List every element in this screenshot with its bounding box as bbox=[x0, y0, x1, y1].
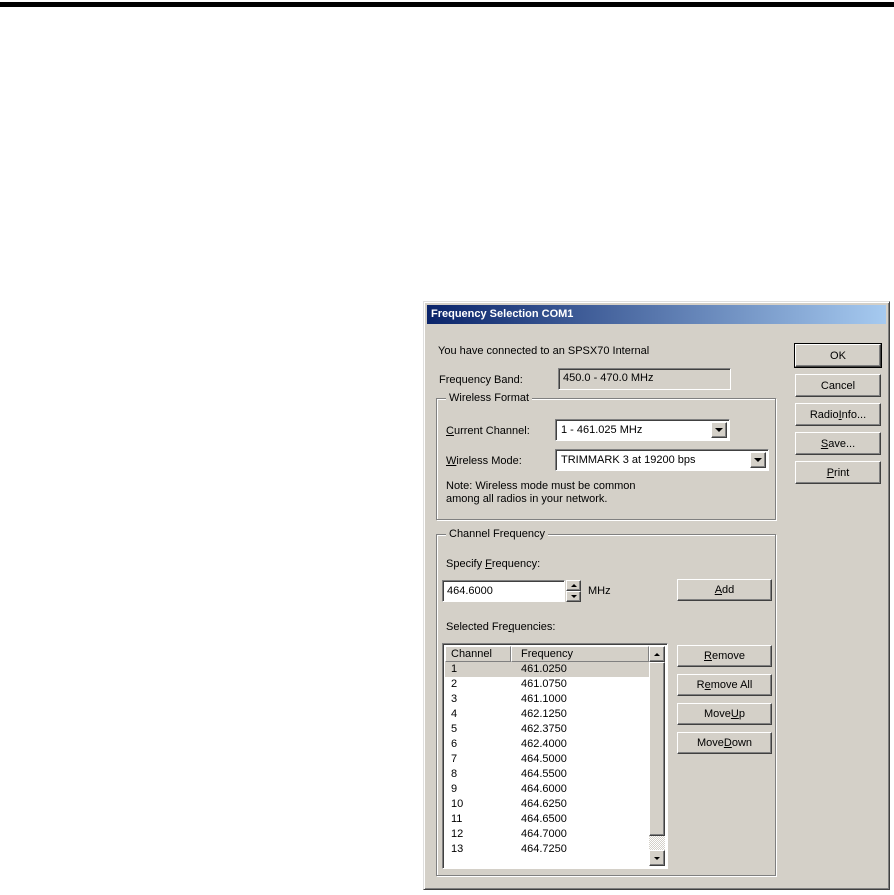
cell-frequency: 461.0250 bbox=[521, 663, 567, 675]
cell-frequency: 462.4000 bbox=[521, 738, 567, 750]
wireless-mode-note-line1: Note: Wireless mode must be common bbox=[446, 480, 636, 492]
dialog-titlebar[interactable]: Frequency Selection COM1 bbox=[427, 305, 886, 324]
cell-channel: 10 bbox=[451, 798, 464, 810]
channel-frequency-group-title: Channel Frequency bbox=[446, 528, 549, 541]
cell-channel: 4 bbox=[451, 708, 458, 720]
cell-channel: 12 bbox=[451, 828, 464, 840]
page-top-rule bbox=[0, 2, 894, 7]
table-row[interactable]: 9 464.6000 bbox=[445, 782, 649, 797]
table-row[interactable]: 11 464.6500 bbox=[445, 812, 649, 827]
spinner-down-button[interactable] bbox=[566, 591, 581, 602]
wireless-mode-dropdown-button[interactable] bbox=[750, 452, 766, 468]
wireless-format-group-title: Wireless Format bbox=[446, 392, 533, 405]
cell-frequency: 464.6500 bbox=[521, 813, 567, 825]
dialog-title: Frequency Selection COM1 bbox=[431, 308, 574, 320]
cell-channel: 7 bbox=[451, 753, 458, 765]
remove-button[interactable]: Remove bbox=[677, 645, 772, 667]
scrollbar-track[interactable] bbox=[649, 836, 665, 850]
radio-info-button[interactable]: Radio Info... bbox=[795, 403, 881, 426]
remove-all-button[interactable]: Re move All bbox=[677, 674, 772, 696]
table-row[interactable]: 1 461.0250 bbox=[445, 662, 649, 677]
ok-button[interactable]: OK bbox=[795, 344, 881, 367]
cell-frequency: 461.1000 bbox=[521, 693, 567, 705]
wireless-mode-note-line2: among all radios in your network. bbox=[446, 493, 608, 505]
move-up-button[interactable]: Move Up bbox=[677, 703, 772, 725]
current-channel-dropdown-button[interactable] bbox=[711, 422, 727, 438]
wireless-mode-label: Wireless Mode: bbox=[446, 455, 522, 467]
chevron-down-icon bbox=[715, 428, 723, 432]
cell-channel: 3 bbox=[451, 693, 458, 705]
scroll-up-icon bbox=[654, 652, 660, 656]
scrollbar-thumb[interactable] bbox=[649, 662, 665, 836]
spinner-up-icon bbox=[570, 584, 577, 587]
cell-channel: 9 bbox=[451, 783, 458, 795]
table-row[interactable]: 13 464.7250 bbox=[445, 842, 649, 857]
vertical-scrollbar[interactable] bbox=[649, 646, 665, 866]
scroll-down-button[interactable] bbox=[649, 850, 665, 866]
save-button[interactable]: Save... bbox=[795, 432, 881, 455]
cell-frequency: 462.1250 bbox=[521, 708, 567, 720]
scroll-up-button[interactable] bbox=[649, 646, 665, 662]
frequency-selection-dialog: Frequency Selection COM1 You have connec… bbox=[423, 301, 890, 890]
table-row[interactable]: 4 462.1250 bbox=[445, 707, 649, 722]
table-row[interactable]: 6 462.4000 bbox=[445, 737, 649, 752]
selected-frequencies-label: Selected Frequencies: bbox=[446, 621, 556, 633]
cell-frequency: 464.6250 bbox=[521, 798, 567, 810]
frequency-column-header[interactable]: Frequency bbox=[511, 646, 649, 662]
list-header: Channel Frequency bbox=[445, 646, 649, 662]
cell-frequency: 464.6000 bbox=[521, 783, 567, 795]
cell-frequency: 464.5500 bbox=[521, 768, 567, 780]
list-rows: 1 461.0250 2 461.0750 3 461.1000 4 462.1250 … bbox=[445, 662, 649, 866]
spinner-down-icon bbox=[570, 595, 577, 598]
wireless-mode-value: TRIMMARK 3 at 19200 bps bbox=[561, 454, 696, 466]
cell-frequency: 464.7000 bbox=[521, 828, 567, 840]
cell-channel: 5 bbox=[451, 723, 458, 735]
frequency-band-field: 450.0 - 470.0 MHz bbox=[558, 368, 731, 390]
table-row[interactable]: 5 462.3750 bbox=[445, 722, 649, 737]
current-channel-select[interactable]: 1 - 461.025 MHz bbox=[555, 419, 730, 441]
table-row[interactable]: 10 464.6250 bbox=[445, 797, 649, 812]
cell-frequency: 464.5000 bbox=[521, 753, 567, 765]
spinner-up-button[interactable] bbox=[566, 580, 581, 591]
frequency-spinner bbox=[566, 580, 581, 602]
table-row[interactable]: 12 464.7000 bbox=[445, 827, 649, 842]
channel-frequency-group: Channel Frequency Specify Frequency: MHz… bbox=[436, 528, 776, 876]
chevron-down-icon bbox=[754, 458, 762, 462]
cell-frequency: 462.3750 bbox=[521, 723, 567, 735]
cell-channel: 6 bbox=[451, 738, 458, 750]
table-row[interactable]: 8 464.5500 bbox=[445, 767, 649, 782]
cell-channel: 13 bbox=[451, 843, 464, 855]
add-button[interactable]: Add bbox=[677, 579, 772, 601]
cell-channel: 1 bbox=[451, 663, 458, 675]
wireless-mode-select[interactable]: TRIMMARK 3 at 19200 bps bbox=[555, 449, 769, 471]
channel-column-header[interactable]: Channel bbox=[445, 646, 511, 662]
table-row[interactable]: 7 464.5000 bbox=[445, 752, 649, 767]
mhz-unit-label: MHz bbox=[588, 585, 611, 597]
scroll-down-icon bbox=[654, 856, 660, 860]
print-button[interactable]: Print bbox=[795, 461, 881, 484]
cell-channel: 8 bbox=[451, 768, 458, 780]
table-row[interactable]: 2 461.0750 bbox=[445, 677, 649, 692]
cancel-button[interactable]: Cancel bbox=[795, 374, 881, 397]
cell-channel: 11 bbox=[451, 813, 463, 825]
cell-frequency: 461.0750 bbox=[521, 678, 567, 690]
specify-frequency-label: Specify Frequency: bbox=[446, 558, 541, 570]
frequency-band-label: Frequency Band: bbox=[439, 374, 523, 386]
selected-frequencies-list: Channel Frequency 1 461.0250 2 461.0750 3 4… bbox=[442, 643, 668, 869]
move-down-button[interactable]: Move Down bbox=[677, 732, 772, 754]
cell-frequency: 464.7250 bbox=[521, 843, 567, 855]
wireless-format-group: Wireless Format Current Channel: 1 - 461… bbox=[436, 392, 776, 520]
current-channel-value: 1 - 461.025 MHz bbox=[561, 424, 643, 436]
current-channel-label: Current Channel: bbox=[446, 425, 530, 437]
connection-status-text: You have connected to an SPSX70 Internal bbox=[438, 345, 650, 357]
frequency-input[interactable] bbox=[442, 580, 565, 602]
cell-channel: 2 bbox=[451, 678, 458, 690]
table-row[interactable]: 3 461.1000 bbox=[445, 692, 649, 707]
